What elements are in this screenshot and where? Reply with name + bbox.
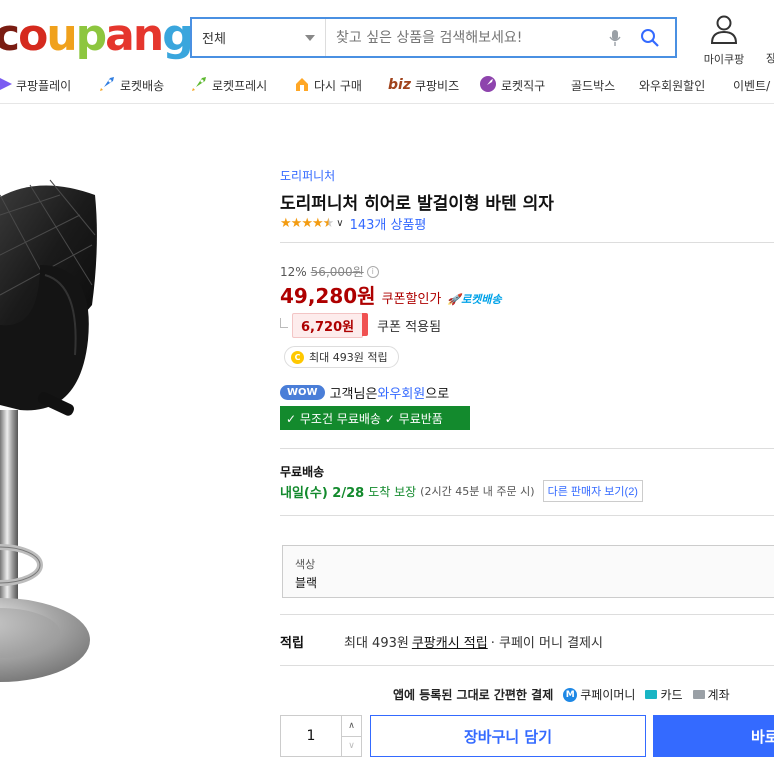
wow-pre-text: 고객님은 [329,387,378,402]
section-divider [280,665,774,666]
section-divider [280,515,774,516]
payment-text: 앱에 등록된 그대로 간편한 결제 [393,688,554,702]
wow-member-link[interactable]: 와우회원 [377,383,425,402]
star-icon: ★ [301,215,313,231]
reward-label: 적립 [280,636,304,651]
card-option[interactable]: 카드 [645,686,683,703]
coupon-amount[interactable]: 6,720원 [292,313,369,338]
reward-post: · 쿠페이 머니 결제시 [490,636,603,651]
pay-label: 카드 [660,688,683,702]
product-image[interactable] [0,155,170,715]
play-icon [0,77,12,94]
section-divider [280,614,774,615]
original-price: 56,000원 [310,265,364,279]
info-icon[interactable]: i [366,265,379,278]
quantity-stepper: ∧ ∨ [280,715,362,757]
quantity-input[interactable] [281,716,341,756]
free-shipping-banner: ✓ 무조건 무료배송 ✓ 무료반품 [280,406,470,430]
sale-price: 49,280원 [280,284,376,308]
pay-label: 쿠페이머니 [580,688,636,702]
quantity-up-icon[interactable]: ∧ [342,716,361,736]
coupay-icon: M [563,687,578,702]
payment-row: 앱에 등록된 그대로 간편한 결제 M 쿠페이머니 카드 계좌 [393,686,730,703]
product-info: 도리퍼니처 도리퍼니처 히어로 발걸이형 바텐 의자 ★ ★ ★ ★ ★ ∨ 1… [280,0,774,774]
product-page: coupang 전체 마이쿠팡 장 쿠팡플레이 로켓배송 로켓프레시 [0,0,774,774]
quantity-down-icon[interactable]: ∨ [342,735,361,757]
star-icon: ★ [280,215,292,231]
coupon-row: 6,720원 쿠폰 적용됨 [280,313,441,338]
category-select-label: 전체 [202,32,226,47]
star-icon: ★ [311,215,324,231]
account-option[interactable]: 계좌 [692,686,730,703]
rocket-fresh-icon [190,75,208,96]
reward-pre: 최대 493원 [344,636,409,651]
review-count-link[interactable]: 143개 상품평 [350,214,427,233]
nav-item-label: 로켓배송 [120,78,165,93]
points-badge: C 최대 493원 적립 [284,346,399,368]
nav-item-rocket-delivery[interactable]: 로켓배송 [98,74,164,96]
color-option-select[interactable]: 색상 블랙 [282,545,774,598]
coin-icon: C [291,350,304,364]
nav-item-rocket-fresh[interactable]: 로켓프레시 [190,74,267,96]
other-sellers-button[interactable]: 다른 판매자 보기(2) [542,480,643,502]
section-divider [280,448,774,449]
rocket-icon [98,75,116,96]
discount-rate: 12% [280,264,307,279]
bank-icon [692,690,705,699]
coupon-applied-text: 쿠폰 적용됨 [377,320,442,335]
shipping-note: (2시간 45분 내 주문 시) [420,485,535,498]
discount-row: 12% 56,000원 i [280,263,379,280]
star-half-icon: ★ [322,215,335,231]
option-label: 색상 [295,558,316,571]
quantity-arrows: ∧ ∨ [341,716,361,756]
coupay-money-option[interactable]: M 쿠페이머니 [563,686,635,703]
shipping-guarantee: 도착 보장 [368,484,417,499]
shipping-date: 내일(수) 2/28 [280,485,365,501]
elbow-connector [280,317,288,328]
points-text: 최대 493원 적립 [309,351,388,364]
shipping-row: 내일(수) 2/28 도착 보장 (2시간 45분 내 주문 시) 다른 판매자… [280,480,643,502]
price-row: 49,280원 쿠폰할인가 🚀로켓배송 [280,280,502,309]
wow-row: WOW 고객님은 와우회원 으로 [280,383,449,402]
rating-row: ★ ★ ★ ★ ★ ∨ 143개 상품평 [280,214,427,234]
add-to-cart-button[interactable]: 장바구니 담기 [370,715,646,757]
wow-badge: WOW [280,385,325,400]
card-icon [645,690,658,699]
coupon-price-label: 쿠폰할인가 [381,292,442,307]
shipping-label: 무료배송 [280,465,325,479]
section-divider [280,242,774,243]
chevron-down-icon[interactable]: ∨ [336,218,343,229]
pay-label: 계좌 [707,688,730,702]
coupang-cash-link[interactable]: 쿠팡캐시 적립 [412,632,488,651]
nav-item-label: 쿠팡플레이 [16,78,72,93]
star-icon: ★ [290,215,303,231]
buy-now-button[interactable]: 바로 [653,715,774,757]
wow-post-text: 으로 [425,387,450,402]
product-title: 도리퍼니처 히어로 발걸이형 바텐 의자 [280,194,554,214]
brand-link[interactable]: 도리퍼니처 [280,167,335,184]
coupang-logo[interactable]: coupang [0,10,194,62]
rocket-label: 로켓배송 [461,293,502,306]
rocket-delivery-badge: 🚀로켓배송 [447,293,502,306]
reward-row: 적립 최대 493원 쿠팡캐시 적립 · 쿠페이 머니 결제시 [280,632,603,651]
nav-item-label: 로켓프레시 [212,78,268,93]
nav-item-coupang-play[interactable]: 쿠팡플레이 [0,74,71,96]
option-value: 블랙 [295,576,318,590]
star-rating[interactable]: ★ ★ ★ ★ ★ [280,215,335,232]
